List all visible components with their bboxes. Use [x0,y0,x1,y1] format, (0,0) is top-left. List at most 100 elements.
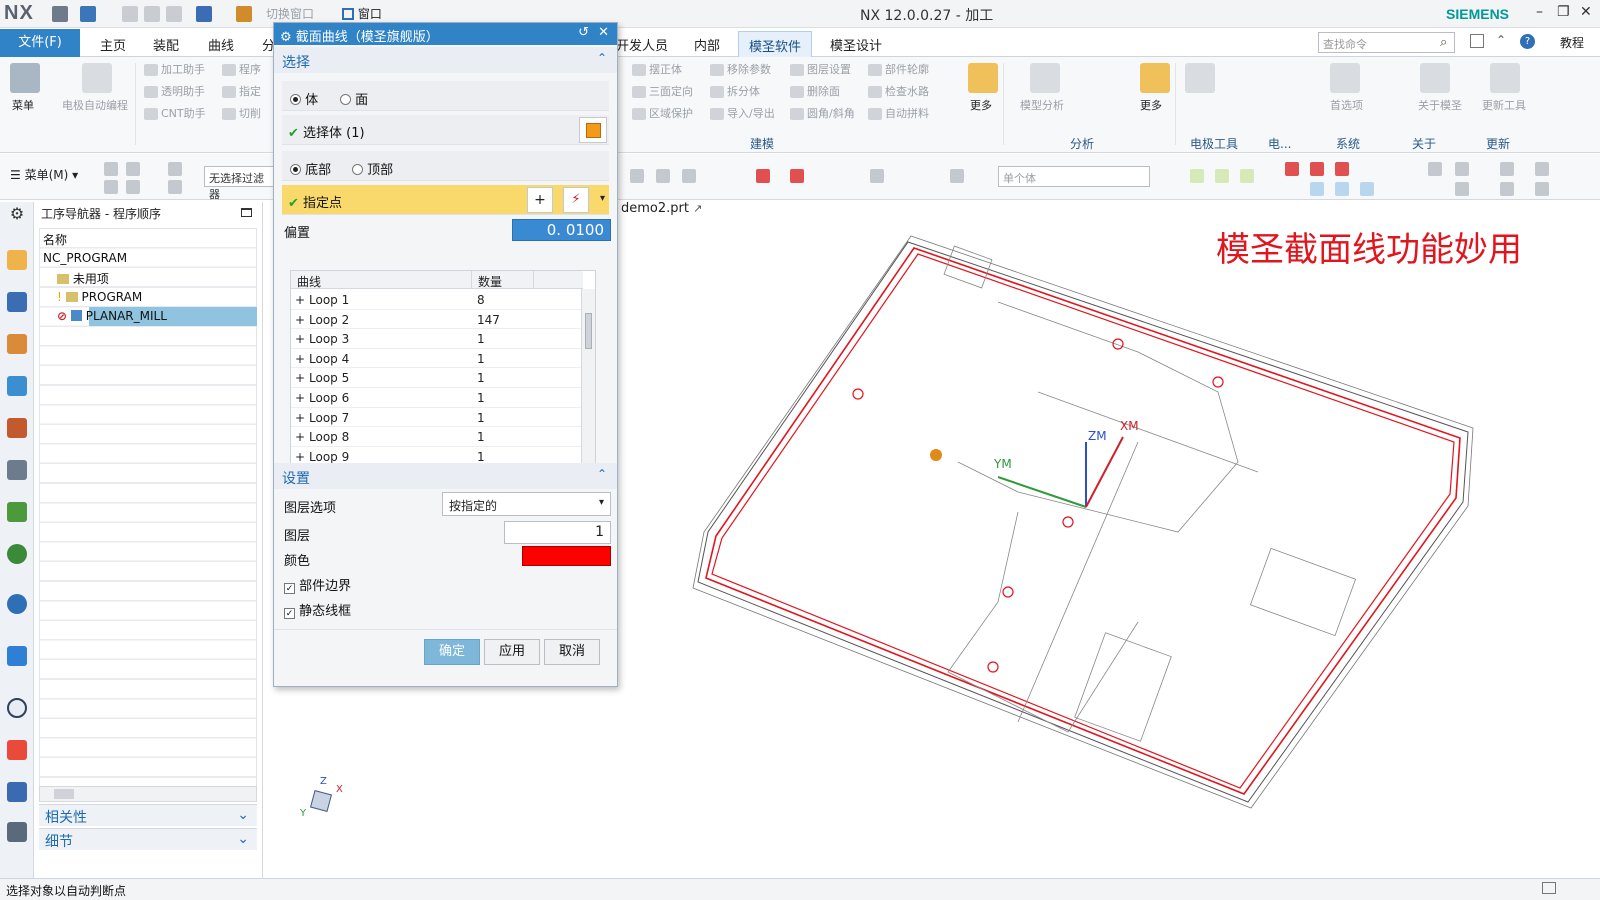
copy-icon[interactable] [144,6,160,22]
chevron-down-icon[interactable]: ▾ [600,193,605,204]
cut-icon[interactable] [122,6,138,22]
filter-icon[interactable] [168,162,182,176]
close-icon[interactable]: ✕ [598,25,609,40]
info-icon[interactable] [7,594,27,614]
paste-icon[interactable] [166,6,182,22]
tab-home[interactable]: 主页 [100,35,126,54]
menu-icon[interactable] [10,63,40,93]
cnt-assistant-button[interactable]: CNT助手 [144,105,206,121]
more-modeling-icon[interactable] [968,63,998,93]
tab-assembly[interactable]: 装配 [153,35,179,54]
import-export-button[interactable]: 导入/导出 [710,105,775,121]
settings-section-header[interactable]: 设置 ⌃ [274,463,617,489]
radio-face[interactable]: 面 [340,89,368,108]
update-tool-icon[interactable] [1490,63,1520,93]
minimize-button[interactable]: – [1536,4,1543,20]
tree-row-unused[interactable]: 未用项 [57,270,109,287]
chevron-up-icon[interactable]: ⌃ [597,467,607,481]
snap-point-icon[interactable] [790,169,804,183]
machining-assistant-button[interactable]: 加工助手 [144,61,205,77]
fullscreen-icon[interactable] [1542,882,1556,894]
view-icon[interactable] [1535,162,1549,176]
layer-input[interactable]: 1 [504,521,611,544]
table-row[interactable]: + Loop 8 1 [291,427,581,447]
section-dependencies[interactable]: 相关性 ⌄ [39,804,257,826]
offset-input[interactable]: 0. 0100 [512,219,611,241]
table-row[interactable]: + Loop 7 1 [291,408,581,428]
filter-icon[interactable] [168,180,182,194]
menu-dropdown[interactable]: ☰ 菜单(M) ▾ [10,166,78,183]
reset-icon[interactable]: ↺ [578,25,589,40]
table-row[interactable]: + Loop 1 8 [291,290,581,310]
snap-point-icon[interactable] [630,169,644,183]
column-header-curve[interactable]: 曲线 [291,271,471,289]
column-header-count[interactable]: 数量 [471,271,533,289]
expand-icon[interactable]: + [295,371,305,385]
area-protect-button[interactable]: 区域保护 [632,105,693,121]
table-row[interactable]: + Loop 5 1 [291,368,581,388]
snap-point-icon[interactable] [682,169,696,183]
preferences-icon[interactable] [1330,63,1360,93]
view-icon[interactable] [1455,182,1469,196]
type-filter-select[interactable]: 无选择过滤器 [204,166,274,201]
tree-row-planar-mill[interactable]: ⊘ PLANAR_MILL [57,309,167,323]
graphics-window[interactable]: ZM YM XM [307,202,1600,878]
gear-icon[interactable]: ⚙ [280,30,292,45]
tree-row-nc-program[interactable]: NC_PROGRAM [43,251,127,265]
view-icon[interactable] [1500,182,1514,196]
auto-stock-button[interactable]: 自动拼料 [868,105,929,121]
machining-feature-icon[interactable] [7,460,27,480]
snap-point-icon[interactable] [1310,162,1324,176]
cut-button[interactable]: 切削 [222,105,261,121]
library-icon[interactable] [7,502,27,522]
snap-point-icon[interactable] [1360,182,1374,196]
part-boundary-checkbox[interactable]: ✓ 部件边界 [284,575,351,594]
search-icon[interactable]: ⌕ [1440,35,1447,50]
snap-point-icon[interactable] [756,169,770,183]
part-outline-button[interactable]: 部件轮廓 [868,61,929,77]
table-row[interactable]: + Loop 3 1 [291,329,581,349]
help-icon[interactable]: ? [1520,34,1535,49]
vertical-scrollbar[interactable] [581,289,595,463]
file-tab[interactable]: 文件(F) [0,29,80,57]
transparent-assistant-button[interactable]: 透明助手 [144,83,205,99]
part-tab[interactable]: demo2.prt ↗ [621,201,702,216]
selection-section-header[interactable]: 选择 ⌃ [274,47,617,73]
scope-select[interactable]: 单个体 [998,166,1150,187]
horizontal-scrollbar[interactable] [39,786,257,802]
constraint-navigator-icon[interactable] [7,292,27,312]
window-menu[interactable]: 窗口 [342,5,382,22]
snap-point-icon[interactable] [1335,162,1349,176]
assembly-navigator-icon[interactable] [7,250,27,270]
specify-button[interactable]: 指定 [222,83,261,99]
section-details[interactable]: 细节 ⌄ [39,828,257,850]
restore-button[interactable]: ❐ [1557,4,1570,20]
snap-point-icon[interactable] [1335,182,1349,196]
snap-icon[interactable] [104,162,118,176]
expand-icon[interactable]: + [295,332,305,346]
save-icon[interactable] [52,6,68,22]
palette-icon[interactable] [7,740,27,760]
view-icon[interactable] [1455,162,1469,176]
robot-icon[interactable] [7,822,27,842]
cube-icon[interactable] [196,6,212,22]
ok-button[interactable]: 确定 [424,639,480,665]
column-header-name[interactable]: 名称 [43,231,67,248]
align-body-button[interactable]: 摆正体 [632,61,682,77]
snap-icon[interactable] [104,180,118,194]
scroll-thumb[interactable] [585,313,592,349]
remove-params-button[interactable]: 移除参数 [710,61,771,77]
expand-icon[interactable]: + [295,293,305,307]
specified-point[interactable] [930,449,942,461]
tab-curve[interactable]: 曲线 [208,35,234,54]
expand-icon[interactable]: + [295,411,305,425]
operation-navigator-icon[interactable] [7,376,27,396]
switch-window-button[interactable]: 切换窗口 [266,5,314,22]
part-navigator-icon[interactable] [7,334,27,354]
snap-icon[interactable] [126,162,140,176]
history-icon[interactable] [7,698,27,718]
tab-developer[interactable]: 开发人员 [616,35,668,54]
more-analysis-button[interactable]: 更多 [1140,97,1162,113]
web-browser-icon[interactable] [7,646,27,666]
delete-face-button[interactable]: 删除面 [790,83,840,99]
